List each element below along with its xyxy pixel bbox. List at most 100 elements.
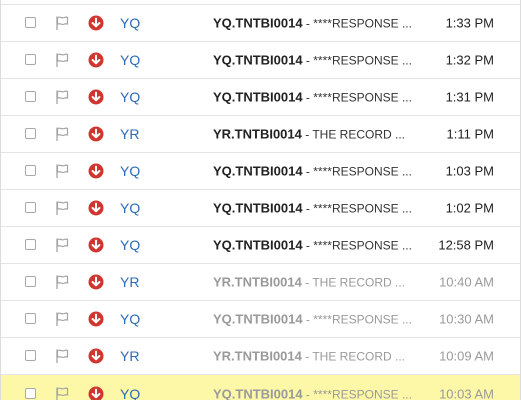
message-row[interactable]: YQ YQ.TNTBI0014 - ****RESPONSE ... 10:30…: [1, 301, 520, 338]
message-row[interactable]: YR YR.TNTBI0014 - THE RECORD ... 1:11 PM: [1, 116, 520, 153]
received-time: 10:03 AM: [439, 386, 494, 400]
message-subject[interactable]: YQ.TNTBI0014 - ****RESPONSE ...: [213, 53, 425, 68]
flag-icon[interactable]: [54, 348, 70, 364]
flag-icon[interactable]: [54, 237, 70, 253]
message-rows: YQ YQ.TNTBI0014 - ****RESPONSE ... 1:33 …: [1, 5, 520, 400]
received-time: 12:58 PM: [438, 237, 494, 253]
message-row[interactable]: YQ YQ.TNTBI0014 - ****RESPONSE ... 1:31 …: [1, 79, 520, 116]
subject-code: YQ.TNTBI0014: [213, 15, 303, 31]
message-row[interactable]: YQ YQ.TNTBI0014 - ****RESPONSE ... 1:33 …: [1, 5, 520, 42]
message-subject[interactable]: YQ.TNTBI0014 - ****RESPONSE ...: [213, 90, 425, 105]
sender-name: YQ: [120, 52, 141, 68]
flag-icon[interactable]: [54, 126, 70, 142]
subject-code: YR.TNTBI0014: [213, 274, 302, 290]
received-time: 10:40 AM: [439, 274, 494, 290]
sender-name: YQ: [120, 163, 141, 179]
received-time: 1:02 PM: [445, 200, 494, 216]
sender-name: YQ: [120, 15, 141, 31]
arrow-down-circle-icon: [88, 348, 104, 364]
select-checkbox[interactable]: [25, 165, 36, 176]
subject-text: - ****RESPONSE ...: [302, 387, 412, 400]
subject-code: YQ.TNTBI0014: [213, 89, 303, 105]
message-row[interactable]: YR YR.TNTBI0014 - THE RECORD ... 10:40 A…: [1, 264, 520, 301]
subject-text: - THE RECORD ...: [301, 127, 405, 142]
received-time: 1:03 PM: [445, 163, 494, 179]
subject-code: YQ.TNTBI0014: [213, 52, 303, 68]
select-checkbox[interactable]: [25, 91, 36, 102]
message-row[interactable]: YR YR.TNTBI0014 - THE RECORD ... 10:09 A…: [1, 338, 520, 375]
select-checkbox[interactable]: [25, 128, 36, 139]
sender-name: YQ: [120, 200, 141, 216]
arrow-down-circle-icon: [88, 274, 104, 290]
arrow-down-circle-icon: [88, 237, 104, 253]
subject-text: - ****RESPONSE ...: [302, 164, 412, 179]
message-subject[interactable]: YR.TNTBI0014 - THE RECORD ...: [213, 275, 425, 290]
message-row[interactable]: YQ YQ.TNTBI0014 - ****RESPONSE ... 10:03…: [1, 375, 520, 400]
arrow-down-circle-icon: [88, 126, 104, 142]
sender-name: YQ: [120, 311, 141, 327]
flag-icon[interactable]: [54, 386, 70, 400]
select-checkbox[interactable]: [25, 239, 36, 250]
select-checkbox[interactable]: [25, 276, 36, 287]
sender-name: YR: [120, 348, 140, 364]
arrow-down-circle-icon: [88, 15, 104, 31]
arrow-down-circle-icon: [88, 311, 104, 327]
message-subject[interactable]: YQ.TNTBI0014 - ****RESPONSE ...: [213, 164, 425, 179]
subject-code: YQ.TNTBI0014: [213, 386, 303, 400]
message-subject[interactable]: YQ.TNTBI0014 - ****RESPONSE ...: [213, 201, 425, 216]
arrow-down-circle-icon: [88, 386, 104, 400]
select-checkbox[interactable]: [25, 313, 36, 324]
flag-icon[interactable]: [54, 89, 70, 105]
select-checkbox[interactable]: [25, 54, 36, 65]
sender-name: YQ: [120, 89, 141, 105]
message-row[interactable]: YQ YQ.TNTBI0014 - ****RESPONSE ... 1:02 …: [1, 190, 520, 227]
select-checkbox[interactable]: [25, 202, 36, 213]
sender-name: YQ: [120, 237, 141, 253]
message-subject[interactable]: YQ.TNTBI0014 - ****RESPONSE ...: [213, 238, 425, 253]
subject-code: YQ.TNTBI0014: [213, 200, 303, 216]
flag-icon[interactable]: [54, 311, 70, 327]
received-time: 1:11 PM: [446, 126, 494, 142]
subject-text: - ****RESPONSE ...: [302, 312, 412, 327]
flag-icon[interactable]: [54, 15, 70, 31]
message-subject[interactable]: YR.TNTBI0014 - THE RECORD ...: [213, 349, 425, 364]
flag-icon[interactable]: [54, 163, 70, 179]
subject-text: - ****RESPONSE ...: [302, 16, 412, 31]
message-row[interactable]: YQ YQ.TNTBI0014 - ****RESPONSE ... 1:03 …: [1, 153, 520, 190]
subject-code: YR.TNTBI0014: [213, 348, 302, 364]
subject-text: - THE RECORD ...: [301, 349, 405, 364]
subject-text: - THE RECORD ...: [301, 275, 405, 290]
message-subject[interactable]: YR.TNTBI0014 - THE RECORD ...: [213, 127, 425, 142]
message-subject[interactable]: YQ.TNTBI0014 - ****RESPONSE ...: [213, 386, 425, 400]
message-row[interactable]: YQ YQ.TNTBI0014 - ****RESPONSE ... 12:58…: [1, 227, 520, 264]
received-time: 1:32 PM: [445, 52, 494, 68]
subject-text: - ****RESPONSE ...: [302, 53, 412, 68]
sender-name: YQ: [120, 385, 141, 400]
sender-name: YR: [120, 274, 140, 290]
select-checkbox[interactable]: [25, 387, 36, 399]
subject-code: YR.TNTBI0014: [213, 126, 302, 142]
select-checkbox[interactable]: [25, 350, 36, 361]
received-time: 10:09 AM: [439, 348, 494, 364]
flag-icon[interactable]: [54, 200, 70, 216]
received-time: 10:30 AM: [439, 311, 494, 327]
arrow-down-circle-icon: [88, 200, 104, 216]
sender-name: YR: [120, 126, 140, 142]
select-checkbox[interactable]: [25, 17, 36, 28]
subject-text: - ****RESPONSE ...: [302, 201, 412, 216]
subject-code: YQ.TNTBI0014: [213, 237, 303, 253]
subject-text: - ****RESPONSE ...: [302, 238, 412, 253]
message-subject[interactable]: YQ.TNTBI0014 - ****RESPONSE ...: [213, 16, 425, 31]
flag-icon[interactable]: [54, 52, 70, 68]
message-row[interactable]: YQ YQ.TNTBI0014 - ****RESPONSE ... 1:32 …: [1, 42, 520, 79]
arrow-down-circle-icon: [88, 52, 104, 68]
subject-code: YQ.TNTBI0014: [213, 163, 303, 179]
subject-code: YQ.TNTBI0014: [213, 311, 303, 327]
received-time: 1:31 PM: [445, 89, 494, 105]
flag-icon[interactable]: [54, 274, 70, 290]
message-list: YQ YQ.TNTBI0014 - ****RESPONSE ... 1:33 …: [0, 0, 521, 400]
arrow-down-circle-icon: [88, 163, 104, 179]
subject-text: - ****RESPONSE ...: [302, 90, 412, 105]
message-subject[interactable]: YQ.TNTBI0014 - ****RESPONSE ...: [213, 312, 425, 327]
arrow-down-circle-icon: [88, 89, 104, 105]
